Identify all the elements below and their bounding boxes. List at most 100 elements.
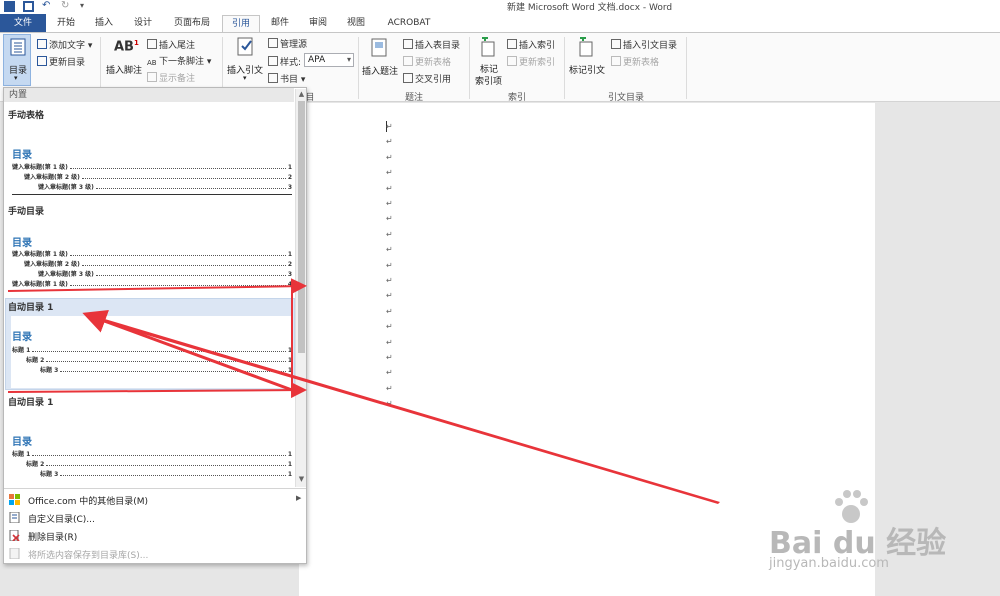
toc-preview-line: 标题 3 1 <box>40 469 292 478</box>
gallery-item-label: 手动目录 <box>8 207 45 217</box>
toc-preview-entry: 键入章标题(第 1 级) <box>12 251 68 258</box>
office-com-icon <box>9 494 20 505</box>
update-toa-button[interactable]: 更新表格 <box>611 55 659 68</box>
authorities-group-label: 引文目录 <box>607 93 644 103</box>
title-bar: ↶ ↻ ▾ 新建 Microsoft Word 文档.docx - Word <box>0 0 1000 14</box>
toc-preview-entry: 标题 3 <box>40 471 59 478</box>
toc-preview-page: 2 <box>287 174 292 181</box>
update-toc-icon <box>37 56 47 66</box>
mark-entry-button[interactable]: 标记 索引项 <box>472 37 504 87</box>
group-separator <box>358 37 359 99</box>
show-notes-button[interactable]: 显示备注 <box>147 71 195 84</box>
insert-citation-button[interactable]: 插入引文 ▾ <box>226 37 264 85</box>
toc-preview-line: 键入章标题(第 1 级) 1 <box>12 249 292 258</box>
scrollbar-thumb[interactable] <box>298 101 305 353</box>
footnote-icon: AB1 <box>114 39 139 55</box>
bibliography-button[interactable]: 书目 ▾ <box>268 72 305 85</box>
toc-preview-title: 目录 <box>12 437 32 448</box>
undo-icon[interactable]: ↶ <box>42 1 53 12</box>
toc-preview-entry: 标题 3 <box>40 367 59 374</box>
update-index-button[interactable]: 更新索引 <box>507 55 555 68</box>
tab-references[interactable]: 引用 <box>222 15 260 32</box>
custom-toc-icon <box>9 511 20 524</box>
insert-index-button[interactable]: 插入索引 <box>507 38 555 51</box>
toc-button-label: 目录 <box>9 66 28 76</box>
insert-table-of-figures-button[interactable]: 插入表目录 <box>403 38 460 51</box>
toc-button[interactable]: 目录 ▾ <box>3 34 31 86</box>
toc-preview-page: 1 <box>287 357 292 364</box>
tab-insert[interactable]: 插入 <box>90 15 118 32</box>
customize-toolbar-icon[interactable]: ▾ <box>80 1 91 12</box>
endnote-icon <box>147 39 157 49</box>
paragraph-mark: ↵ <box>386 137 393 147</box>
paragraph-mark: ↵ <box>386 199 393 208</box>
gallery-scrollbar[interactable]: ▲ ▼ <box>295 89 306 487</box>
insert-endnote-button[interactable]: 插入尾注 <box>147 38 195 51</box>
paragraph-mark: ↵ <box>386 152 393 162</box>
menu-item-label: 将所选内容保存到目录库(S)... <box>28 551 149 561</box>
cross-reference-label: 交叉引用 <box>415 75 452 85</box>
toc-preview-entry: 键入章标题(第 1 级) <box>12 281 68 288</box>
chevron-down-icon: ▾ <box>243 74 247 82</box>
tab-mailings[interactable]: 邮件 <box>266 15 294 32</box>
tab-review[interactable]: 审阅 <box>304 15 332 32</box>
toc-preview-page: 1 <box>287 451 292 458</box>
group-separator <box>564 37 565 99</box>
citation-icon <box>237 37 253 56</box>
paragraph-mark: ↵ <box>386 229 393 239</box>
toc-preview-line: 键入章标题(第 3 级) 3 <box>38 269 292 278</box>
insert-toa-button[interactable]: 插入引文目录 <box>611 38 677 51</box>
toc-preview-entry: 键入章标题(第 3 级) <box>38 184 94 191</box>
caption-icon <box>371 38 387 57</box>
cross-reference-button[interactable]: 交叉引用 <box>403 72 451 85</box>
style-icon <box>268 56 278 66</box>
update-table-button[interactable]: 更新表格 <box>403 55 451 68</box>
insert-toa-icon <box>611 39 621 49</box>
toc-preview-rule <box>12 194 292 195</box>
toc-preview-page: 1 <box>287 367 292 374</box>
menu-item-label: Office.com 中的其他目录(M) <box>28 497 149 507</box>
menu-divider <box>4 488 306 489</box>
style-label: 样式: <box>268 55 301 68</box>
tab-acrobat[interactable]: ACROBAT <box>383 15 435 32</box>
tab-home[interactable]: 开始 <box>52 15 80 32</box>
paragraph-mark: ↵ <box>386 399 393 409</box>
quick-access-toolbar: ↶ ↻ ▾ <box>4 1 91 12</box>
toc-preview-line: 标题 2 1 <box>26 459 292 468</box>
insert-table-of-figures-label: 插入表目录 <box>415 41 461 51</box>
insert-caption-button[interactable]: 插入题注 <box>361 37 399 83</box>
toc-preview-entry: 键入章标题(第 1 级) <box>12 164 68 171</box>
toc-preview-entry: 标题 2 <box>26 357 45 364</box>
toc-preview-page: 3 <box>287 184 292 191</box>
update-table-icon <box>403 56 413 66</box>
insert-footnote-button[interactable]: AB1 插入脚注 <box>105 39 143 83</box>
toc-preview-line: 键入章标题(第 1 级) 4 <box>12 279 292 288</box>
redo-icon[interactable]: ↻ <box>61 1 72 12</box>
tab-view[interactable]: 视图 <box>342 15 370 32</box>
tab-page-layout[interactable]: 页面布局 <box>168 15 216 32</box>
scroll-down-icon[interactable]: ▼ <box>297 475 306 484</box>
add-text-button[interactable]: 添加文字 ▾ <box>37 38 92 51</box>
paragraph-mark: ↵ <box>386 368 393 378</box>
update-toc-button[interactable]: 更新目录 <box>37 55 85 68</box>
update-index-icon <box>507 56 517 66</box>
gallery-item-label: 自动目录 1 <box>8 398 54 408</box>
save-icon[interactable] <box>23 1 34 12</box>
tab-file[interactable]: 文件 <box>0 14 46 32</box>
paragraph-mark: ↵ <box>386 306 393 316</box>
gallery-section-header: 内置 <box>4 88 294 102</box>
scroll-up-icon[interactable]: ▲ <box>297 90 306 99</box>
next-footnote-button[interactable]: AB 下一条脚注 ▾ <box>147 54 211 69</box>
tab-design[interactable]: 设计 <box>129 15 157 32</box>
paragraph-mark: ↵ <box>386 276 393 285</box>
style-label-text: 样式: <box>280 58 302 68</box>
word-app-icon <box>4 1 15 12</box>
watermark-url: jingyan.baidu.com <box>769 556 889 571</box>
manage-sources-button[interactable]: 管理源 <box>268 37 307 50</box>
citation-style-select[interactable]: APA <box>304 53 354 67</box>
insert-footnote-label: 插入脚注 <box>106 66 143 76</box>
toc-preview-line: 键入章标题(第 1 级) 1 <box>12 162 292 171</box>
bibliography-label: 书目 <box>280 75 299 85</box>
update-toa-icon <box>611 56 621 66</box>
mark-citation-button[interactable]: 标记引文 <box>567 37 607 83</box>
